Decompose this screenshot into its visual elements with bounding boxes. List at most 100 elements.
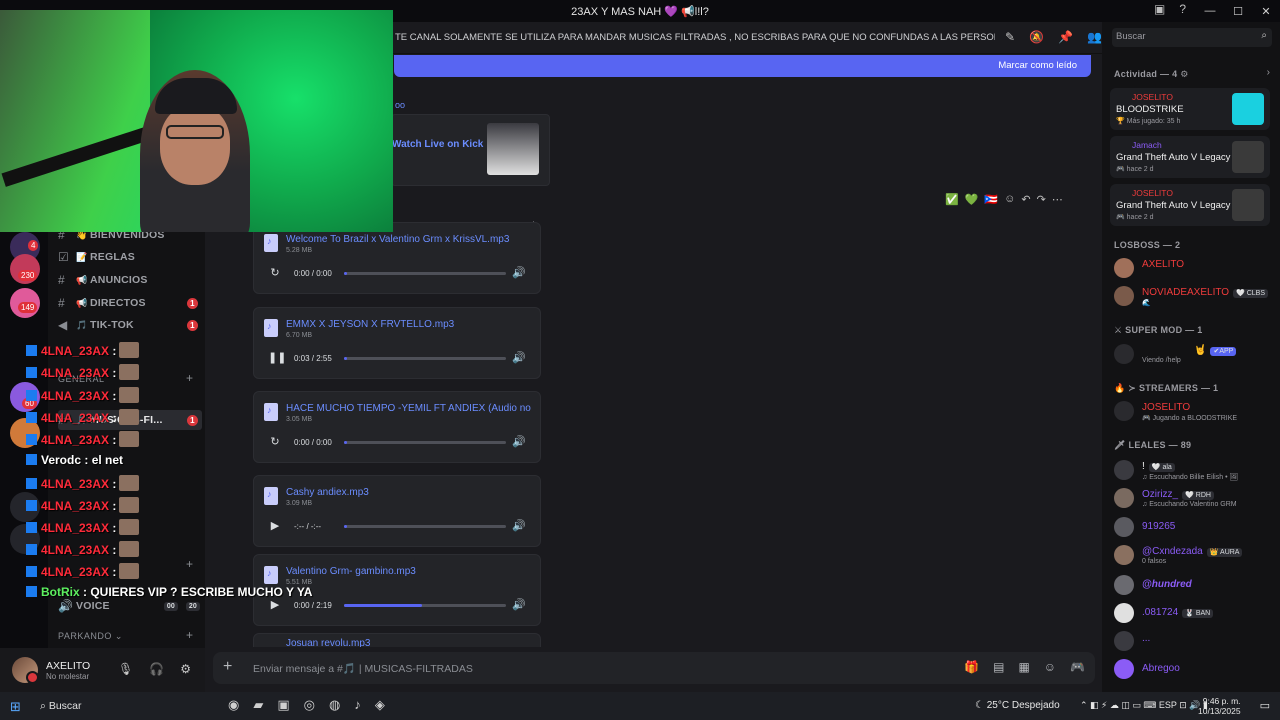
category-parkando[interactable]: PARKANDO ⌄ [58, 631, 123, 642]
member-item[interactable]: 🤘 ✔APP Viendo /help [1114, 342, 1272, 364]
audio-file-name[interactable]: Josuan revolu.mp3 [286, 638, 371, 647]
audio-seekbar[interactable] [344, 525, 506, 528]
member-item[interactable]: .081724 🐰 BAN [1114, 601, 1272, 623]
taskbar-clock[interactable]: 9:46 p. m. 10/13/2025 [1198, 696, 1241, 716]
audio-file-name[interactable]: EMMX X JEYSON X FRVTELLO.mp3 [286, 319, 532, 330]
message-input[interactable]: Enviar mensaje a #🎵 | MUSICAS-FILTRADAS [253, 662, 473, 675]
maximize-button[interactable]: ☐ [1224, 0, 1252, 22]
replay-button[interactable]: ↻ [268, 435, 282, 448]
audio-file-name[interactable]: Cashy andiex.mp3 [286, 487, 532, 498]
volume-icon[interactable]: 🔊 [512, 519, 526, 532]
member-item[interactable]: JOSELITO 🎮 Jugando a BLOODSTRIKE [1114, 399, 1272, 422]
user-info[interactable]: AXELITO No molestar [38, 660, 90, 681]
file-explorer-icon[interactable]: ▰ [253, 697, 263, 713]
headphones-icon[interactable]: 🎧 [149, 662, 164, 676]
tiktok-icon[interactable]: ♪ [354, 697, 361, 713]
channel-directos[interactable]: # 📢 DIRECTOS 1 [58, 293, 202, 313]
activities-icon[interactable]: 🎮 [1070, 660, 1085, 674]
chrome-icon[interactable]: ◍ [329, 697, 340, 713]
edge-icon[interactable]: ◉ [228, 697, 239, 713]
chevron-right-icon[interactable]: › [1267, 67, 1270, 78]
member-name: AXELITO [1142, 259, 1185, 270]
more-icon[interactable]: ⋯ [1052, 193, 1063, 206]
activity-card[interactable]: JOSELITO Grand Theft Auto V Legacy 🎮 hac… [1110, 184, 1270, 226]
member-item[interactable]: NOVIADEAXELITO 🤍 CLBS 🌊 [1114, 284, 1272, 307]
taskbar-search-label: Buscar [48, 700, 82, 712]
member-name: 919265 [1142, 521, 1176, 532]
minimize-button[interactable]: — [1196, 0, 1224, 22]
audio-file-name[interactable]: HACE MUCHO TIEMPO -YEMIL FT ANDIEX (Audi… [286, 403, 532, 414]
inbox-icon[interactable]: ▣ [1154, 2, 1165, 16]
member-item[interactable]: @Cxndezada 👑 AURA 0 falsos [1114, 543, 1272, 565]
member-name-text: @Cxndezada [1142, 546, 1203, 557]
flag-reaction-icon[interactable]: 🇵🇷 [984, 193, 998, 206]
add-reaction-icon[interactable]: ☺ [1004, 193, 1015, 206]
add-channel-icon[interactable]: + [186, 371, 193, 385]
new-messages-bar[interactable]: Marcar como leído [394, 55, 1091, 77]
play-button[interactable]: ▶ [268, 519, 282, 532]
audio-seekbar[interactable] [344, 604, 506, 607]
heart-reaction-icon[interactable]: 💚 [965, 193, 979, 206]
taskbar-search[interactable]: ⌕ Buscar [32, 696, 172, 716]
link-tail[interactable]: oo [395, 100, 405, 110]
member-item[interactable]: 919265 [1114, 515, 1272, 537]
pause-button[interactable]: ❚❚ [268, 351, 286, 364]
replay-button[interactable]: ↻ [268, 266, 282, 279]
member-item[interactable]: ... [1114, 629, 1272, 651]
microphone-icon[interactable]: 🎙 [118, 662, 133, 676]
play-button[interactable]: ▶ [268, 598, 282, 611]
search-input[interactable]: Buscar ⌕ [1112, 28, 1272, 47]
mute-icon[interactable]: 🔕 [1029, 30, 1044, 44]
obs-icon[interactable]: ◎ [304, 697, 315, 713]
member-item[interactable]: AXELITO [1114, 256, 1272, 278]
channel-tiktok[interactable]: ◀ 🎵 TIK-TOK 1 [58, 315, 202, 335]
member-item[interactable]: Ozirizz_ 🤍 RDH ♫ Escuchando Valentino GRM [1114, 486, 1272, 508]
member-item[interactable]: Abregoo [1114, 657, 1272, 679]
gift-icon[interactable]: 🎁 [964, 660, 979, 674]
attach-plus-icon[interactable]: + [223, 658, 232, 676]
gif-icon[interactable]: ▤ [993, 660, 1004, 674]
channel-topic[interactable]: TE CANAL SOLAMENTE SE UTILIZA PARA MANDA… [395, 32, 995, 43]
embed-title[interactable]: Watch Live on Kick [392, 139, 483, 150]
help-icon[interactable]: ? [1179, 2, 1186, 16]
audio-file-name[interactable]: Valentino Grm- gambino.mp3 [286, 566, 532, 577]
member-item[interactable]: ! 🤍 ala ♫ Escuchando Billie Eilish • 🖼 [1114, 458, 1272, 481]
avatar[interactable] [12, 657, 39, 684]
windows-taskbar: ⊞ ⌕ Buscar ◉ ▰ ▣ ◎ ◍ ♪ ◈ ☾ 25°C Despejad… [0, 692, 1280, 720]
close-button[interactable]: ✕ [1252, 0, 1280, 22]
add-channel-icon[interactable]: + [186, 628, 193, 642]
audio-seekbar[interactable] [344, 441, 506, 444]
emoji-icon[interactable]: ☺ [1044, 660, 1056, 674]
activity-card[interactable]: Jamach Grand Theft Auto V Legacy 🎮 hace … [1110, 136, 1270, 178]
kick-badge-icon [26, 345, 37, 356]
volume-icon[interactable]: 🔊 [512, 435, 526, 448]
members-icon[interactable]: 👥 [1087, 30, 1102, 44]
channel-voice[interactable]: 🔊 VOICE 00 20 [58, 596, 202, 616]
audio-file-name[interactable]: Welcome To Brazil x Valentino Grm x Kris… [286, 234, 532, 245]
threads-icon[interactable]: ✎ [1005, 30, 1015, 44]
reply-icon[interactable]: ↶ [1021, 193, 1030, 206]
discord-icon[interactable]: ◈ [375, 697, 385, 713]
forward-icon[interactable]: ↷ [1037, 193, 1046, 206]
channel-anuncios[interactable]: # 📢 ANUNCIOS [58, 270, 202, 290]
sticker-icon[interactable]: ▦ [1018, 660, 1029, 674]
chat-text: : QUIERES VIP ? ESCRIBE MUCHO Y YA [83, 585, 313, 599]
pin-icon[interactable]: 📌 [1058, 30, 1073, 44]
add-channel-icon[interactable]: + [186, 557, 193, 571]
channel-reglas[interactable]: ☑ 📝 REGLAS [58, 247, 202, 267]
activity-card[interactable]: JOSELITO BLOODSTRIKE 🏆 Más jugado: 35 h [1110, 88, 1270, 130]
check-reaction-icon[interactable]: ✅ [945, 193, 959, 206]
volume-icon[interactable]: 🔊 [512, 351, 526, 364]
windows-start-icon[interactable]: ⊞ [10, 699, 21, 715]
audio-seekbar[interactable] [344, 272, 506, 275]
audio-seekbar[interactable] [344, 357, 506, 360]
system-tray[interactable]: ⌃ ◧ ⚡ ☁ ◫ ▭ ⌨ ESP ⊡ 🔊 ▮ [1080, 700, 1208, 711]
volume-icon[interactable]: 🔊 [512, 266, 526, 279]
mark-as-read-button[interactable]: Marcar como leído [998, 60, 1077, 71]
notifications-icon[interactable]: ▭ [1260, 699, 1270, 712]
member-item[interactable]: @hundred [1114, 573, 1272, 595]
store-icon[interactable]: ▣ [277, 697, 289, 713]
gear-icon[interactable]: ⚙ [180, 662, 191, 676]
volume-icon[interactable]: 🔊 [512, 598, 526, 611]
weather-widget[interactable]: ☾ 25°C Despejado [975, 700, 1060, 711]
